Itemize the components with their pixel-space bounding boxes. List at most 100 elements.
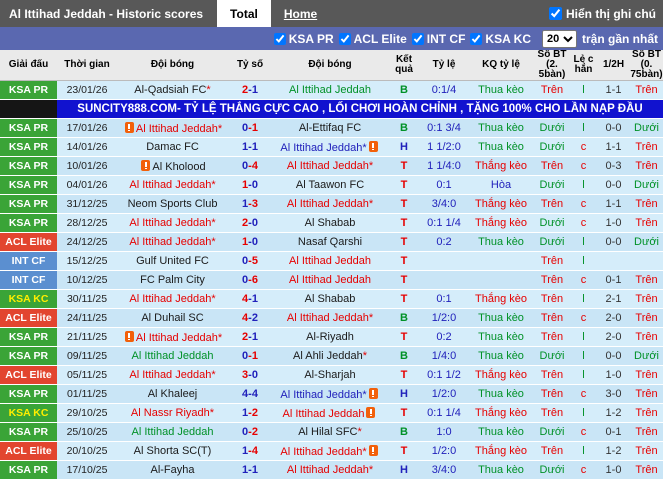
halftime-score: 1-1 [597,137,630,157]
league-badge: KSA PR [0,156,57,176]
over-under-25: Dưới [534,175,570,195]
tab-total[interactable]: Total [217,0,271,27]
note-icon-dot [128,129,131,131]
away-goals: -5 [248,255,258,267]
tab-home[interactable]: Home [271,0,330,27]
note-icon [124,330,134,342]
league-badge: KSA PR [0,213,57,233]
result-letter: T [388,251,420,271]
home-team-name: Neom Sports Club [127,198,218,210]
league-badge: ACL Elite [0,232,57,252]
home-advantage-star: * [368,312,374,324]
match-date: 30/11/25 [57,289,117,309]
match-count-suffix: trận gần nhất [581,31,658,46]
filter-ksa-kc-checkbox[interactable] [470,32,483,45]
fulltime-score: 2-0 [228,213,272,233]
odd-even: c [570,384,597,404]
match-row: INT CF 15/12/25 Gulf United FC 0-5 Al Ittiha… [0,251,663,271]
handicap-result: Thắng kèo [468,194,534,214]
match-row: KSA PR 31/12/25 Neom Sports Club 1-3 Al Itti… [0,194,663,214]
handicap-odds: 0:1 1/4 [420,213,468,233]
fulltime-score: 0-2 [228,422,272,442]
result-letter: T [388,289,420,309]
filter-int-cf-label: INT CF [426,31,466,46]
match-row: KSA PR 23/01/26 Al-Qadsiah FC* 2-1 Al Ittiha… [0,80,663,100]
over-under-075: Dưới [630,175,663,195]
away-goals: -4 [248,445,258,457]
title-bar: Al Ittihad Jeddah - Historic scores Tota… [0,0,663,27]
away-team-name: Al Shabab [304,293,356,305]
home-team-name: Al Ittihad Jeddah [131,426,214,438]
odd-even: l [570,80,597,100]
note-icon-dot [128,338,131,340]
handicap-result: Thắng kèo [468,441,534,461]
home-team-name: Al Ittihad Jeddah* [129,217,216,229]
halftime-score: 0-0 [597,175,630,195]
note-icon-bar [372,142,375,148]
match-date: 23/01/26 [57,80,117,100]
over-under-25: Dưới [534,460,570,480]
league-badge: ACL Elite [0,308,57,328]
home-advantage-star: * [209,407,215,419]
fulltime-score: 1-1 [228,137,272,157]
away-goals: -4 [248,388,258,400]
home-team-name: Al Ittihad Jeddah* [129,293,216,305]
away-team-cell: Al Ittihad Jeddah* [272,156,388,176]
away-team-name: Al Shabab [304,217,356,229]
match-date: 24/11/25 [57,308,117,328]
home-advantage-star: * [357,426,362,438]
over-under-25: Trên [534,194,570,214]
home-team-name: Al Ittihad Jeddah* [135,122,223,135]
home-team-cell: Al Khaleej [117,384,228,404]
home-team-name: Al Kholood [152,160,206,173]
match-row: KSA KC 30/11/25 Al Ittihad Jeddah* 4-1 Al Sh… [0,289,663,309]
fulltime-score: 0-1 [228,118,272,138]
away-team-name: Al Ittihad Jeddah* [286,464,374,476]
show-notes-toggle: Hiển thị ghi chú [549,0,663,27]
over-under-075: Dưới [630,118,663,138]
handicap-result: Thua kèo [468,327,534,347]
away-team-name: Al-Riyadh [306,331,354,343]
match-row: ACL Elite 20/10/25 Al Shorta SC(T) 1-4 Al It… [0,441,663,461]
match-count-select[interactable]: 20 [541,29,577,48]
away-goals: -1 [248,141,258,153]
away-team-name: Al-Ettifaq FC [298,122,362,134]
away-team-name: Al Ittihad Jeddah [289,274,371,286]
over-under-25: Dưới [534,346,570,366]
over-under-25: Trên [534,270,570,290]
halftime-score: 1-2 [597,441,630,461]
filter-int-cf-checkbox[interactable] [411,32,424,45]
home-team-name: Al-Qadsiah FC* [134,84,211,96]
handicap-result: Thắng kèo [468,156,534,176]
over-under-25: Trên [534,365,570,385]
show-notes-checkbox[interactable] [549,7,562,20]
promo-banner[interactable]: SUNCITY888.COM- TỶ LỆ THẮNG CỰC CAO , LỐ… [57,99,663,119]
halftime-score: 0-3 [597,156,630,176]
home-team-name: Al Ittihad Jeddah* [129,179,216,191]
away-team-cell: Al Ittihad Jeddah* [272,137,388,157]
away-goals: -1 [248,331,258,343]
match-date: 28/12/25 [57,213,117,233]
halftime-score: 1-0 [597,460,630,480]
away-team-name: Al Ittihad Jeddah* [286,198,374,210]
note-icon-bar [372,389,375,395]
handicap-result: Thua kèo [468,460,534,480]
home-advantage-star: * [211,293,216,305]
handicap-result: Thắng kèo [468,365,534,385]
league-badge: KSA KC [0,289,57,309]
result-letter: B [388,80,420,100]
home-advantage-star: * [368,464,374,476]
match-date: 05/11/25 [57,365,117,385]
filter-acl-elite-checkbox[interactable] [338,32,351,45]
away-team-cell: Al-Ettifaq FC [272,118,388,138]
handicap-result: Thua kèo [468,80,534,100]
halftime-score: 1-0 [597,213,630,233]
fulltime-score: 4-1 [228,289,272,309]
over-under-25: Dưới [534,118,570,138]
away-team-name: Al Ahli Jeddah* [293,350,367,362]
handicap-odds: 0:1 [420,175,468,195]
match-row: KSA PR 25/10/25 Al Ittihad Jeddah 0-2 Al Hil… [0,422,663,442]
match-date: 20/10/25 [57,441,117,461]
filter-ksa-pr-checkbox[interactable] [273,32,286,45]
home-team-cell: Al Ittihad Jeddah [117,422,228,442]
